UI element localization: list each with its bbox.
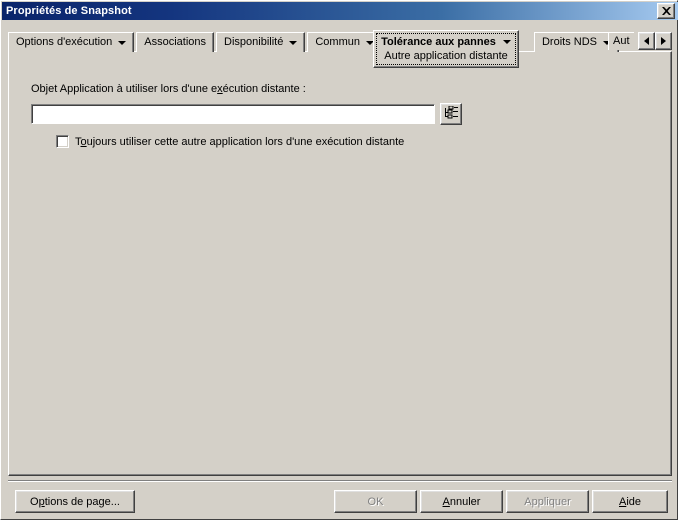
- app-object-label-part1: Objet Application à utiliser lors d'une …: [31, 83, 218, 95]
- tab-clipped-aut[interactable]: Aut: [608, 32, 634, 50]
- help-button-label: Aide: [619, 496, 641, 508]
- tab-active-title-row: Tolérance aux pannes: [377, 35, 515, 50]
- tab-disponibilite[interactable]: Disponibilité: [216, 32, 306, 52]
- close-icon: [661, 7, 671, 15]
- tree-browse-icon: [444, 105, 458, 122]
- ok-button-label: OK: [367, 495, 384, 508]
- footer-separator: [8, 480, 672, 482]
- tab-scroll-buttons: [638, 32, 672, 50]
- page-options-part2: tions de page...: [44, 495, 120, 508]
- always-use-alternate-row[interactable]: Toujours utiliser cette autre applicatio…: [56, 135, 404, 148]
- always-use-alternate-label: Toujours utiliser cette autre applicatio…: [75, 136, 404, 148]
- help-button[interactable]: Aide: [592, 490, 668, 513]
- tab-label: Droits NDS: [541, 36, 597, 48]
- page-options-button[interactable]: Options de page...: [15, 490, 135, 513]
- app-object-label: Objet Application à utiliser lors d'une …: [31, 83, 306, 95]
- ok-button[interactable]: OK: [334, 490, 417, 513]
- page-options-label: Options de page...: [30, 496, 120, 508]
- tab-active-label: Tolérance aux pannes: [381, 35, 496, 48]
- properties-dialog-window: Propriétés de Snapshot Options d'exécuti…: [0, 0, 678, 520]
- tab-scroll-left-button[interactable]: [638, 32, 655, 50]
- close-button[interactable]: [657, 3, 675, 19]
- always-use-alternate-checkbox[interactable]: [56, 135, 69, 148]
- tab-strip: Options d'exécution Associations Disponi…: [8, 30, 672, 52]
- arrow-left-icon: [644, 37, 649, 45]
- tab-associations[interactable]: Associations: [136, 32, 215, 52]
- apply-button[interactable]: Appliquer: [506, 490, 589, 513]
- tab-options-execution[interactable]: Options d'exécution: [8, 32, 135, 52]
- tab-label: Options d'exécution: [16, 36, 113, 48]
- chevron-down-icon: [289, 40, 298, 45]
- cancel-part2: nnuler: [449, 495, 481, 508]
- cancel-button-label: Annuler: [443, 496, 481, 508]
- app-object-label-part2: écution distante :: [222, 83, 306, 95]
- tab-content-panel: Objet Application à utiliser lors d'une …: [8, 51, 672, 476]
- window-title: Propriétés de Snapshot: [6, 5, 132, 17]
- tab-label: Aut: [613, 35, 630, 47]
- chevron-down-icon: [118, 40, 127, 45]
- title-bar[interactable]: Propriétés de Snapshot: [2, 2, 678, 20]
- help-part2: ide: [626, 495, 642, 508]
- always-label-part2: ujours utiliser cette autre application …: [86, 135, 405, 148]
- tab-tolerance-aux-pannes[interactable]: Tolérance aux pannes Autre application d…: [373, 30, 519, 68]
- app-object-input[interactable]: [31, 104, 435, 124]
- arrow-right-icon: [661, 37, 666, 45]
- tab-droits-nds[interactable]: Droits NDS: [533, 32, 619, 52]
- cancel-button[interactable]: Annuler: [420, 490, 503, 513]
- tab-label: Disponibilité: [224, 36, 284, 48]
- chevron-down-icon: [502, 40, 511, 44]
- tab-focus-rectangle: Tolérance aux pannes Autre application d…: [376, 33, 516, 65]
- tab-scroll-right-button[interactable]: [655, 32, 672, 50]
- apply-button-label: Appliquer: [524, 495, 571, 508]
- cancel-accelerator: A: [442, 495, 450, 508]
- tab-commun[interactable]: Commun: [307, 32, 382, 52]
- tab-label: Commun: [315, 36, 360, 48]
- tab-active-sublabel: Autre application distante: [384, 49, 508, 62]
- page-options-part1: O: [30, 495, 39, 508]
- browse-app-object-button[interactable]: [440, 103, 462, 125]
- tab-label: Associations: [144, 36, 207, 48]
